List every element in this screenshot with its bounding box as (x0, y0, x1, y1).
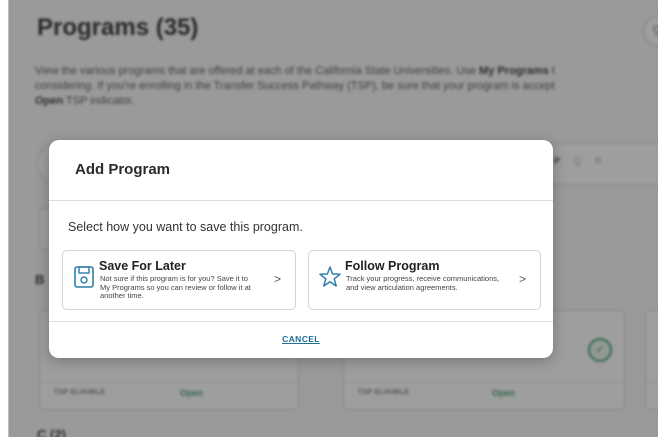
save-icon (73, 265, 95, 289)
option-title: Follow Program (345, 259, 440, 273)
divider (49, 321, 553, 322)
dialog-prompt: Select how you want to save this program… (68, 220, 303, 234)
save-for-later-option[interactable]: Save For Later Not sure if this program … (62, 250, 296, 310)
option-description: Track your progress, receive communicati… (346, 274, 500, 292)
star-icon (319, 265, 341, 289)
chevron-right-icon: > (273, 272, 281, 286)
cancel-button[interactable]: CANCEL (49, 334, 553, 344)
dialog-title: Add Program (75, 161, 171, 178)
divider (49, 200, 553, 201)
option-title: Save For Later (99, 259, 186, 273)
chevron-right-icon: > (518, 272, 526, 286)
option-description: Not sure if this program is for you? Sav… (100, 274, 251, 301)
add-program-dialog: Add Program Select how you want to save … (49, 140, 553, 358)
follow-program-option[interactable]: Follow Program Track your progress, rece… (308, 250, 541, 310)
